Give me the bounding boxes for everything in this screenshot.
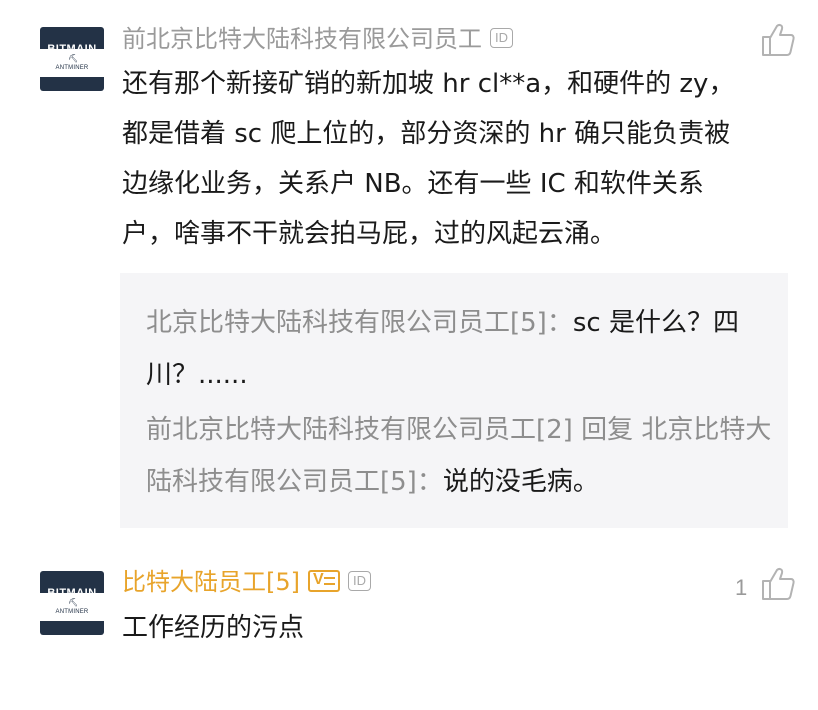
comment-author[interactable]: 前北京比特大陆科技有限公司员工 ID (122, 24, 513, 54)
reply-item[interactable]: 前北京比特大陆科技有限公司员工[2] 回复 北京比特大陆科技有限公司员工[5]：… (146, 404, 776, 508)
avatar[interactable]: BITMAIN ⛏ ANTMINER (40, 27, 104, 91)
avatar-sub-text: ⛏ ANTMINER (55, 598, 89, 616)
reply-author[interactable]: 北京比特大陆科技有限公司员工[5]： (146, 308, 573, 338)
thumbs-up-icon[interactable] (760, 22, 796, 58)
comment-author-label: 前北京比特大陆科技有限公司员工 (122, 25, 482, 53)
verified-badge-icon: V (308, 570, 340, 592)
id-badge: ID (348, 571, 371, 591)
avatar-sub-text: ⛏ ANTMINER (55, 54, 89, 72)
reply-item[interactable]: 北京比特大陆科技有限公司员工[5]：sc 是什么？四川？...... (146, 297, 776, 401)
avatar[interactable]: BITMAIN ⛏ ANTMINER (40, 571, 104, 635)
like-count: 1 (735, 575, 748, 600)
reply-text: 说的没毛病。 (442, 467, 599, 497)
reply-box: 北京比特大陆科技有限公司员工[5]：sc 是什么？四川？...... 前北京比特… (120, 273, 788, 528)
id-badge: ID (490, 28, 513, 48)
miner-logo-icon: ⛏ (68, 54, 79, 63)
comment-author[interactable]: 比特大陆员工[5] V ID (122, 567, 371, 597)
comment-author-label: 比特大陆员工[5] (122, 568, 300, 596)
thumbs-up-icon[interactable] (760, 566, 796, 602)
comment-text: 工作经历的污点 (122, 613, 305, 643)
miner-logo-icon: ⛏ (68, 598, 79, 607)
comment-text: 还有那个新接矿销的新加坡 hr cl**a，和硬件的 zy，都是借着 sc 爬上… (122, 69, 735, 249)
